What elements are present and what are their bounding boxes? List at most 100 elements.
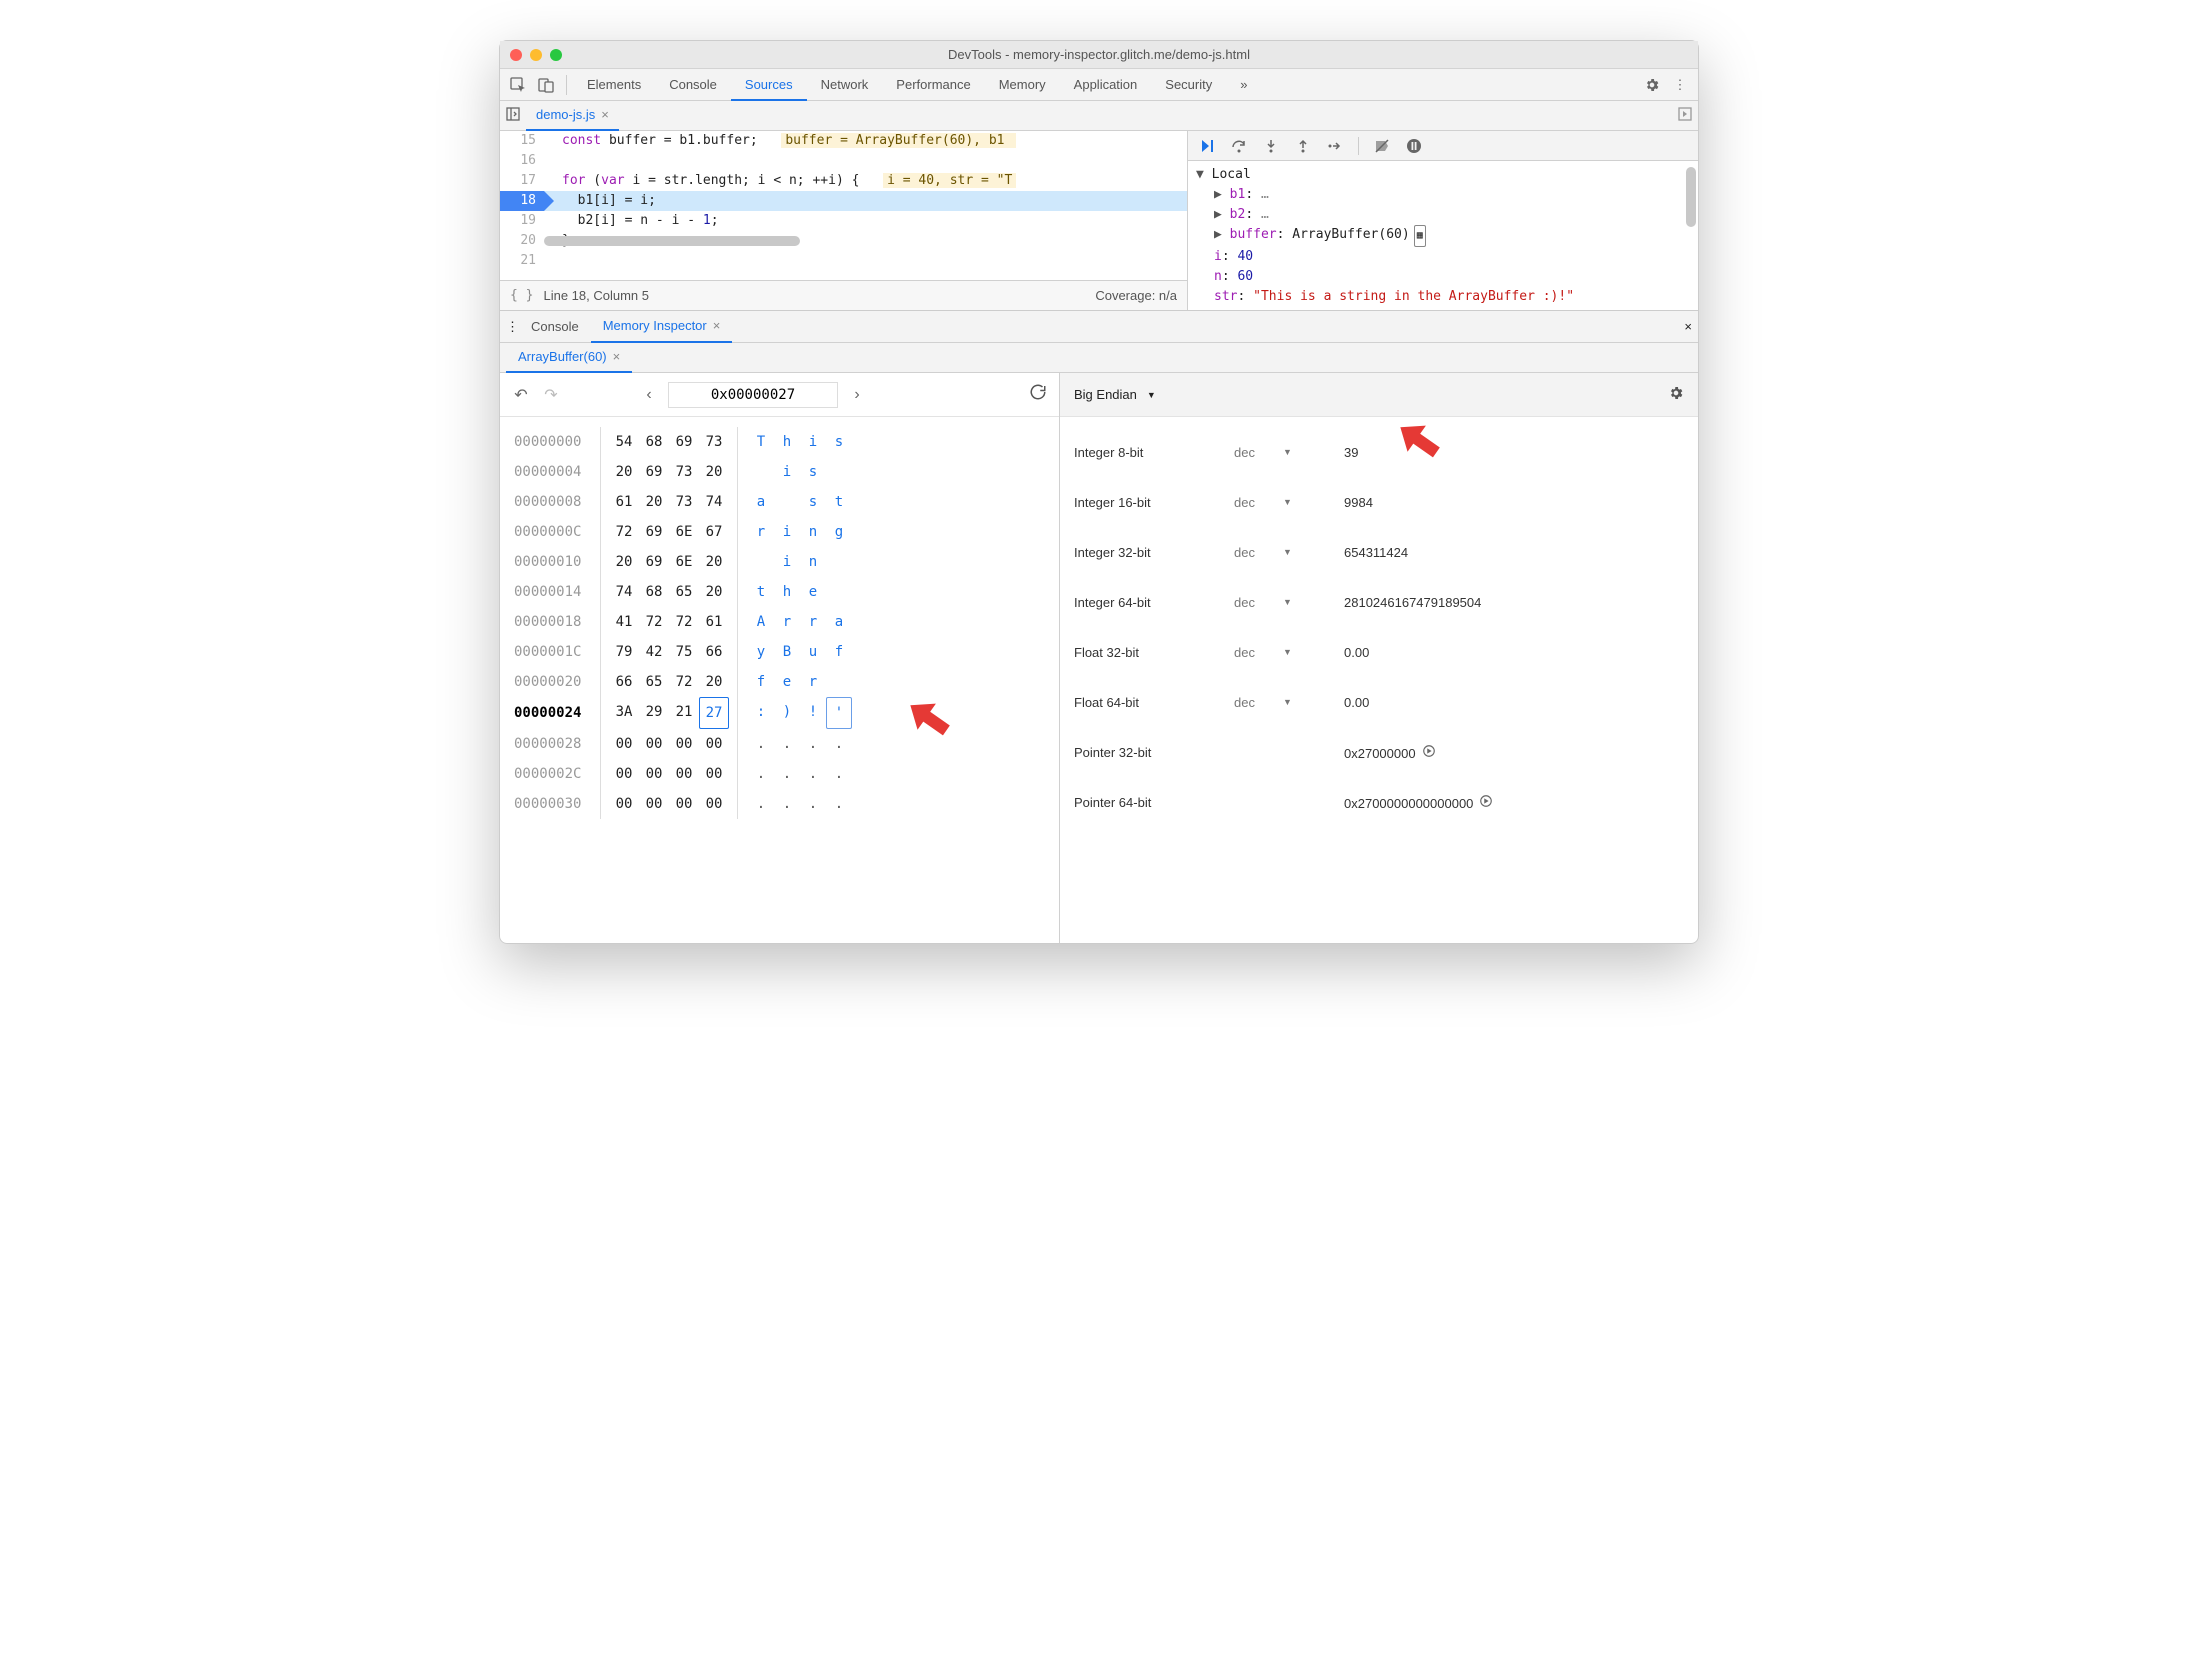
memory-row[interactable]: 0000001C79427566yBuf	[514, 637, 1045, 667]
more-tabs-icon[interactable]	[1678, 107, 1692, 124]
settings-icon[interactable]	[1638, 71, 1666, 99]
address-input[interactable]	[668, 382, 838, 408]
code-line[interactable]: 18 b1[i] = i;	[500, 191, 1187, 211]
memory-row[interactable]: 0000002066657220fer	[514, 667, 1045, 697]
value-type-label: Float 32-bit	[1074, 645, 1234, 660]
format-select[interactable]: dec▼	[1234, 595, 1344, 610]
undo-icon[interactable]: ↶	[510, 385, 532, 405]
deactivate-breakpoints-icon[interactable]	[1373, 137, 1391, 155]
tab-security[interactable]: Security	[1151, 69, 1226, 101]
redo-icon[interactable]: ↷	[540, 385, 562, 405]
memory-row[interactable]: 0000001474686520the	[514, 577, 1045, 607]
value-display: 9984	[1344, 495, 1373, 510]
coverage-status: Coverage: n/a	[1095, 288, 1177, 303]
value-row: Integer 64-bitdec▼2810246167479189504	[1060, 577, 1698, 627]
prev-page-icon[interactable]: ‹	[638, 386, 660, 404]
value-row: Integer 32-bitdec▼654311424	[1060, 527, 1698, 577]
titlebar: DevTools - memory-inspector.glitch.me/de…	[500, 41, 1698, 69]
format-select[interactable]: dec▼	[1234, 695, 1344, 710]
close-icon[interactable]: ×	[713, 318, 721, 333]
format-select[interactable]: dec▼	[1234, 545, 1344, 560]
jump-to-address-icon[interactable]	[1479, 796, 1493, 811]
drawer-tab-console[interactable]: Console	[519, 311, 591, 343]
tab-console[interactable]: Console	[655, 69, 731, 101]
chevron-down-icon: ▼	[1147, 390, 1156, 400]
resume-icon[interactable]	[1198, 137, 1216, 155]
step-over-icon[interactable]	[1230, 137, 1248, 155]
tab-application[interactable]: Application	[1060, 69, 1152, 101]
memory-row[interactable]: 0000000054686973This	[514, 427, 1045, 457]
memory-row[interactable]: 0000002C00000000....	[514, 759, 1045, 789]
tab-network[interactable]: Network	[807, 69, 883, 101]
memory-row[interactable]: 0000001020696E20 in	[514, 547, 1045, 577]
memory-row[interactable]: 0000000861207374a st	[514, 487, 1045, 517]
chevron-down-icon: ▼	[1283, 697, 1292, 707]
pretty-print-icon[interactable]: { }	[510, 288, 533, 303]
scope-variable[interactable]: ▶ b2: …	[1196, 205, 1690, 225]
scope-variable[interactable]: str: "This is a string in the ArrayBuffe…	[1196, 287, 1690, 307]
format-select[interactable]: dec▼	[1234, 645, 1344, 660]
value-display: 654311424	[1344, 545, 1408, 560]
tab-performance[interactable]: Performance	[882, 69, 984, 101]
format-select[interactable]: dec▼	[1234, 445, 1344, 460]
memory-row[interactable]: 0000000C72696E67ring	[514, 517, 1045, 547]
memory-row[interactable]: 0000003000000000....	[514, 789, 1045, 819]
step-icon[interactable]	[1326, 137, 1344, 155]
scope-pane: ▼ Local▶ b1: …▶ b2: …▶ buffer: ArrayBuff…	[1188, 131, 1698, 310]
buffer-tab[interactable]: ArrayBuffer(60) ×	[506, 343, 632, 373]
memory-row[interactable]: 0000002800000000....	[514, 729, 1045, 759]
chevron-down-icon: ▼	[1283, 497, 1292, 507]
scope-scrollbar[interactable]	[1686, 167, 1696, 227]
kebab-menu-icon[interactable]: ⋮	[506, 319, 519, 335]
device-toolbar-icon[interactable]	[532, 71, 560, 99]
value-display: 0x2700000000000000	[1344, 794, 1493, 811]
step-into-icon[interactable]	[1262, 137, 1280, 155]
value-type-label: Integer 32-bit	[1074, 545, 1234, 560]
file-tab-demo-js[interactable]: demo-js.js ×	[526, 101, 619, 131]
chevron-down-icon: ▼	[1283, 647, 1292, 657]
scope-variable[interactable]: i: 40	[1196, 247, 1690, 267]
scope-variable[interactable]: ▶ b1: …	[1196, 185, 1690, 205]
value-display: 39	[1344, 445, 1358, 460]
code-line[interactable]: 21	[500, 251, 1187, 271]
code-line[interactable]: 15const buffer = b1.buffer; buffer = Arr…	[500, 131, 1187, 151]
settings-icon[interactable]	[1668, 385, 1684, 404]
scope-variable[interactable]: ▶ buffer: ArrayBuffer(60)▦	[1196, 225, 1690, 247]
code-line[interactable]: 16	[500, 151, 1187, 171]
horizontal-scrollbar[interactable]	[544, 236, 1183, 250]
pause-on-exceptions-icon[interactable]	[1405, 137, 1423, 155]
jump-to-address-icon[interactable]	[1422, 746, 1436, 761]
code-editor[interactable]: 15const buffer = b1.buffer; buffer = Arr…	[500, 131, 1188, 310]
close-icon[interactable]: ×	[1684, 319, 1692, 334]
value-type-label: Pointer 32-bit	[1074, 745, 1234, 760]
value-type-label: Integer 64-bit	[1074, 595, 1234, 610]
format-select[interactable]: dec▼	[1234, 495, 1344, 510]
overflow-tabs[interactable]: »	[1226, 69, 1261, 101]
buffer-tabs: ArrayBuffer(60) ×	[500, 343, 1698, 373]
navigator-toggle-icon[interactable]	[506, 107, 520, 124]
code-line[interactable]: 19 b2[i] = n - i - 1;	[500, 211, 1187, 231]
close-icon[interactable]: ×	[613, 349, 621, 364]
tab-sources[interactable]: Sources	[731, 69, 807, 101]
window-title: DevTools - memory-inspector.glitch.me/de…	[500, 47, 1698, 62]
endianness-select[interactable]: Big Endian ▼	[1074, 387, 1156, 402]
memory-chip-icon[interactable]: ▦	[1414, 225, 1426, 247]
inspect-element-icon[interactable]	[504, 71, 532, 99]
close-icon[interactable]: ×	[601, 107, 609, 122]
refresh-icon[interactable]	[1027, 383, 1049, 406]
kebab-menu-icon[interactable]: ⋮	[1666, 71, 1694, 99]
step-out-icon[interactable]	[1294, 137, 1312, 155]
buffer-tab-label: ArrayBuffer(60)	[518, 349, 607, 364]
memory-row[interactable]: 000000243A292127:)!'	[514, 697, 1045, 729]
drawer-tab-memory-inspector[interactable]: Memory Inspector ×	[591, 311, 733, 343]
sources-subbar: demo-js.js ×	[500, 101, 1698, 131]
value-type-label: Float 64-bit	[1074, 695, 1234, 710]
tab-memory[interactable]: Memory	[985, 69, 1060, 101]
memory-row[interactable]: 0000001841727261Arra	[514, 607, 1045, 637]
scope-variable[interactable]: n: 60	[1196, 267, 1690, 287]
memory-row[interactable]: 0000000420697320 is	[514, 457, 1045, 487]
next-page-icon[interactable]: ›	[846, 386, 868, 404]
value-row: Pointer 64-bit0x2700000000000000	[1060, 777, 1698, 827]
tab-elements[interactable]: Elements	[573, 69, 655, 101]
code-line[interactable]: 17for (var i = str.length; i < n; ++i) {…	[500, 171, 1187, 191]
